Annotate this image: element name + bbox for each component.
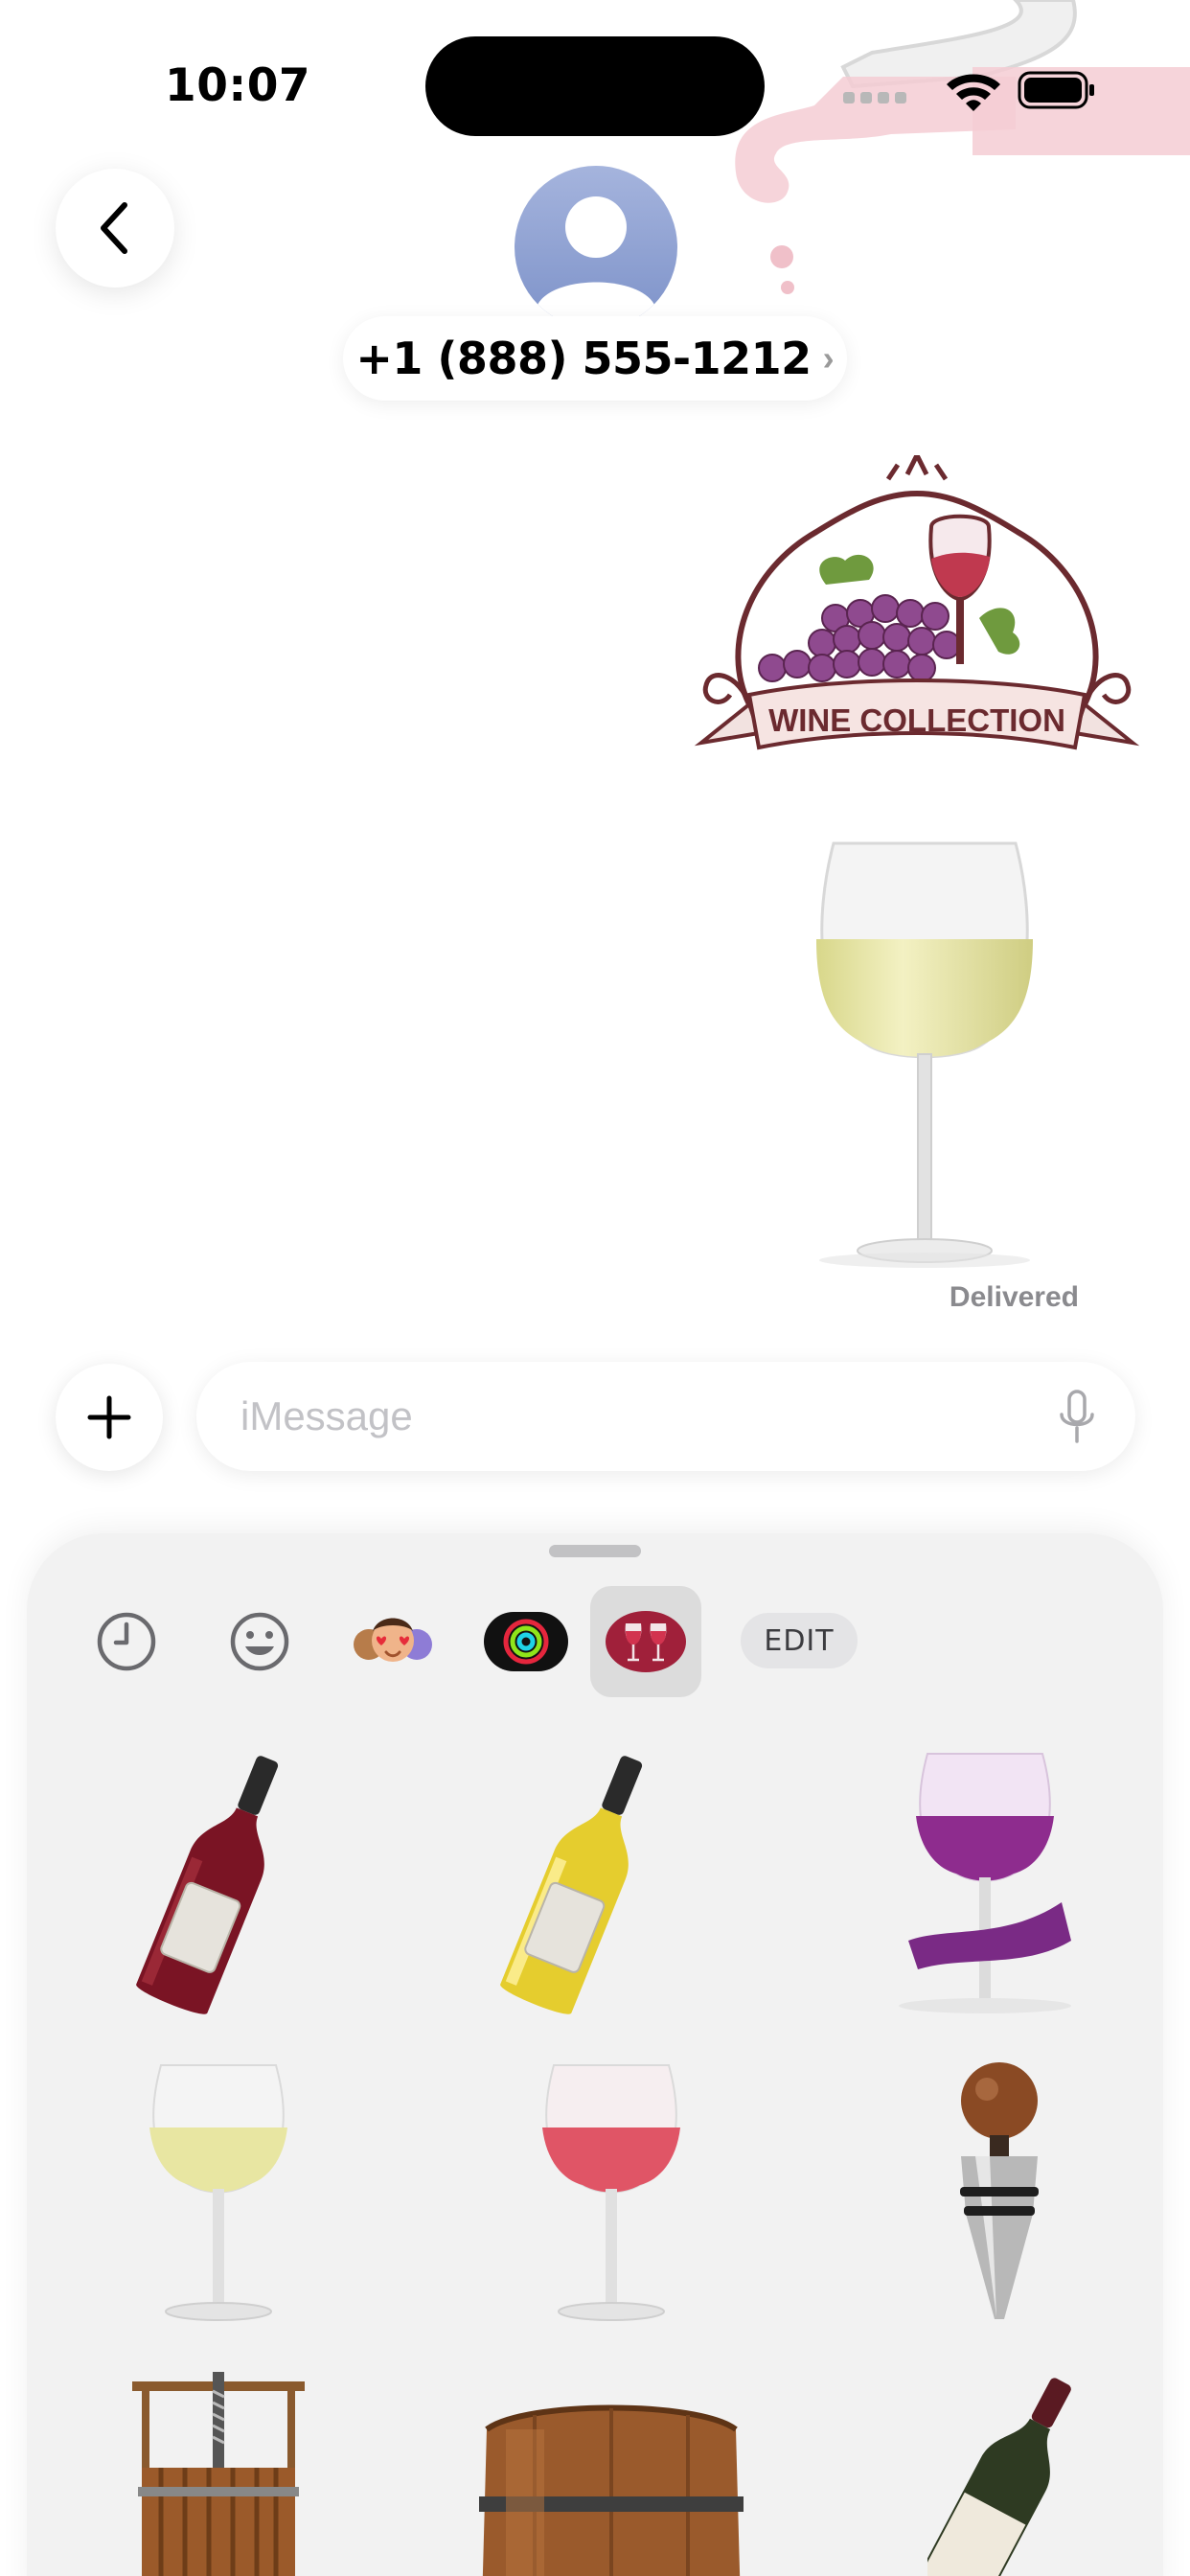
- battery-icon: [1018, 71, 1094, 109]
- tab-emoji[interactable]: [204, 1586, 315, 1697]
- status-icons: [843, 71, 1094, 111]
- memoji-icon: [354, 1618, 432, 1662]
- contact-number: +1 (888) 555-1212: [355, 333, 812, 384]
- sticker-dark-wine-bottle[interactable]: [927, 2367, 1081, 2576]
- sticker-drawer: EDIT: [27, 1533, 1163, 2576]
- microphone-icon[interactable]: [1058, 1390, 1096, 1445]
- tab-wine-stickers[interactable]: [590, 1586, 701, 1697]
- sticker-wine-bottle-stopper[interactable]: [937, 2060, 1062, 2329]
- plus-icon: [87, 1395, 131, 1439]
- cellular-signal-icon: [843, 92, 906, 104]
- smiley-icon: [230, 1612, 289, 1671]
- chevron-left-icon: [101, 202, 127, 254]
- sticker-wine-barrel[interactable]: [468, 2401, 755, 2576]
- tab-activity[interactable]: [470, 1586, 582, 1697]
- dynamic-island: [425, 36, 765, 136]
- activity-rings-icon: [484, 1612, 568, 1671]
- clock-icon: [97, 1612, 156, 1671]
- person-icon: [536, 196, 656, 323]
- message-input[interactable]: [196, 1362, 1135, 1471]
- tab-recents[interactable]: [71, 1586, 182, 1697]
- tab-memoji[interactable]: [337, 1586, 448, 1697]
- sticker-white-wine-glass[interactable]: [123, 2060, 314, 2329]
- status-time: 10:07: [165, 59, 311, 112]
- wine-collection-logo-text: WINE COLLECTION: [768, 702, 1065, 738]
- sticker-purple-wine-glass-with-ribbon[interactable]: [889, 1749, 1100, 2022]
- sticker-red-wine-bottle[interactable]: [123, 1749, 314, 2022]
- white-wine-glass-sticker[interactable]: [805, 839, 1044, 1270]
- wine-pour-decoration: [735, 0, 1190, 294]
- wifi-icon: [947, 74, 1000, 111]
- contact-name-button[interactable]: +1 (888) 555-1212 ›: [343, 316, 847, 401]
- sticker-rose-wine-glass[interactable]: [515, 2060, 707, 2329]
- chevron-right-icon: ›: [822, 338, 835, 378]
- drawer-grabber[interactable]: [549, 1545, 641, 1557]
- apps-plus-button[interactable]: [56, 1364, 163, 1471]
- edit-button[interactable]: EDIT: [741, 1613, 858, 1668]
- sticker-wine-press[interactable]: [132, 2372, 305, 2576]
- sticker-white-wine-bottle[interactable]: [487, 1749, 678, 2022]
- wine-glasses-icon: [606, 1611, 686, 1672]
- wine-collection-logo-sticker[interactable]: WINE COLLECTION: [692, 455, 1142, 781]
- back-button[interactable]: [56, 169, 174, 288]
- contact-avatar[interactable]: [515, 166, 677, 329]
- delivery-status: Delivered: [949, 1281, 1079, 1313]
